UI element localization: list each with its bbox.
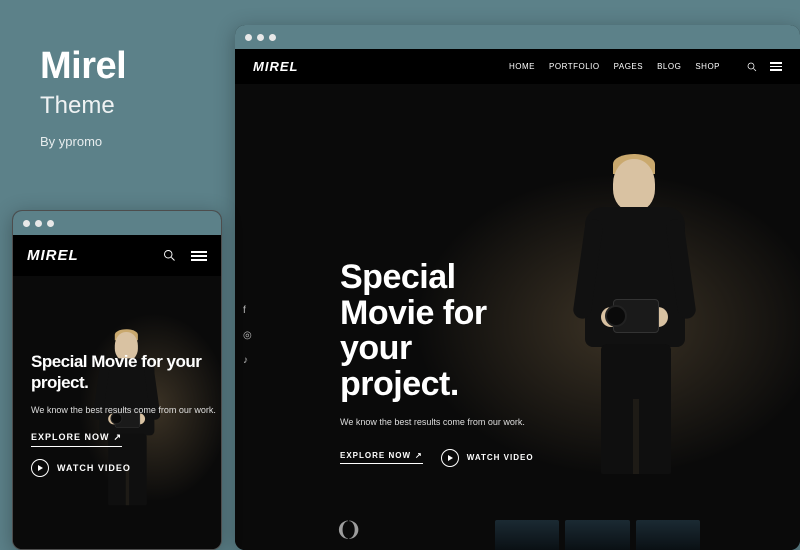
site-body-mobile: MIREL Special Movie for your project. We… [13,235,221,549]
nav-portfolio[interactable]: PORTFOLIO [549,62,600,71]
hero-image-person [557,159,712,479]
window-dot [23,220,30,227]
desktop-preview-frame: MIREL HOME PORTFOLIO PAGES BLOG SHOP [235,25,800,550]
hero-title: Special Movie for your project. [31,351,221,394]
hero-cta-row: EXPLORE NOW ↗ WATCH VIDEO [340,449,534,467]
hero-section: f ◎ ♪ Special Movie for your project. We… [235,85,800,550]
theme-info-block: Mirel Theme By ypromo [40,45,126,149]
window-titlebar [13,211,221,235]
watch-video-button[interactable]: WATCH VIDEO [441,449,534,467]
facebook-icon[interactable]: f [243,305,252,316]
hero-subtitle: We know the best results come from our w… [340,417,534,427]
window-titlebar [235,25,800,49]
explore-label: EXPLORE NOW [31,432,110,443]
hero-section-mobile: Special Movie for your project. We know … [13,271,221,549]
thumbnail[interactable] [565,520,629,550]
hero-subtitle: We know the best results come from our w… [31,404,221,417]
hero-title-line: project. [340,367,534,403]
play-icon [31,459,49,477]
search-icon[interactable] [162,248,177,263]
mobile-actions [162,248,207,263]
search-icon[interactable] [746,61,758,73]
instagram-icon[interactable]: ◎ [243,330,252,341]
logo[interactable]: MIREL [27,247,79,264]
hero-cta: EXPLORE NOW ↗ WATCH VIDEO [31,432,221,477]
play-icon [441,449,459,467]
explore-label: EXPLORE NOW [340,451,411,460]
menu-icon[interactable] [191,251,207,261]
hero-title-line: your [340,331,534,367]
watch-label: WATCH VIDEO [57,463,131,473]
social-links: f ◎ ♪ [243,305,252,366]
logo[interactable]: MIREL [253,59,298,74]
watch-video-button[interactable]: WATCH VIDEO [31,459,131,477]
hero-text: Special Movie for your project. We know … [340,260,534,467]
thumbnail[interactable] [495,520,559,550]
theme-subtitle: Theme [40,92,126,120]
nav-shop[interactable]: SHOP [695,62,720,71]
hero-title-line: Special [340,260,534,296]
theme-byline: By ypromo [40,134,126,149]
nav-blog[interactable]: BLOG [657,62,681,71]
window-dot [245,34,252,41]
window-dot [269,34,276,41]
mobile-preview-frame: MIREL Special Movie for your project. We… [12,210,222,550]
hero-title: Special Movie for your project. [340,260,534,403]
watch-label: WATCH VIDEO [467,453,534,462]
site-header-mobile: MIREL [13,235,221,276]
site-body: MIREL HOME PORTFOLIO PAGES BLOG SHOP [235,49,800,550]
hero-text-mobile: Special Movie for your project. We know … [31,351,221,477]
explore-button[interactable]: EXPLORE NOW ↗ [340,451,423,464]
hero-title-line: Movie for [340,296,534,332]
site-header: MIREL HOME PORTFOLIO PAGES BLOG SHOP [235,49,800,84]
nav-actions [746,61,782,73]
main-nav: HOME PORTFOLIO PAGES BLOG SHOP [509,61,782,73]
arrow-icon: ↗ [415,451,423,460]
explore-button[interactable]: EXPLORE NOW ↗ [31,432,122,447]
nav-home[interactable]: HOME [509,62,535,71]
tiktok-icon[interactable]: ♪ [243,355,252,366]
menu-icon[interactable] [770,62,782,71]
nav-pages[interactable]: PAGES [614,62,643,71]
window-dot [257,34,264,41]
window-dot [47,220,54,227]
arrow-icon: ↗ [114,432,123,443]
theme-title: Mirel [40,45,126,88]
thumbnail[interactable] [636,520,700,550]
window-dot [35,220,42,227]
thumbnail-row [235,520,800,550]
